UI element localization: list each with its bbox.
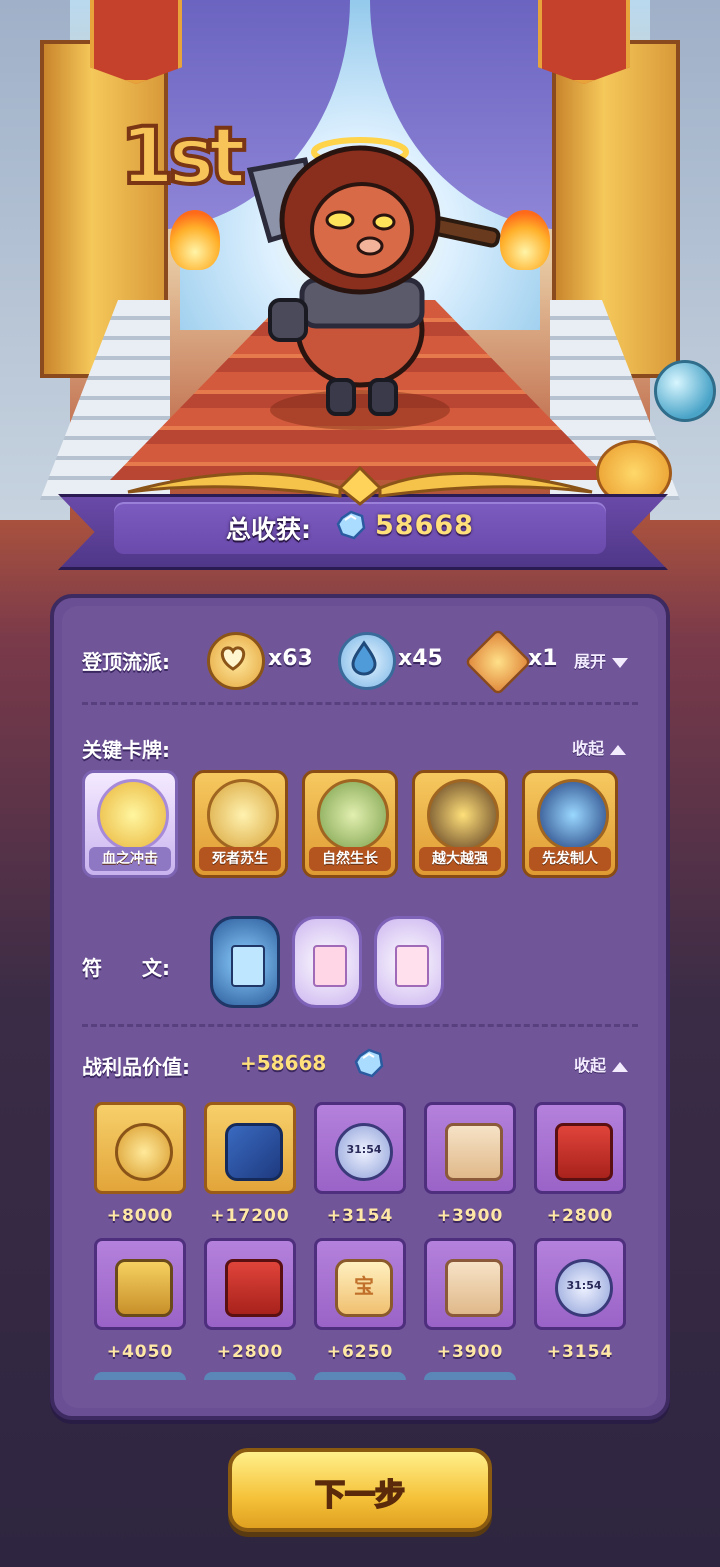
loot-value: +3154 — [546, 1342, 614, 1362]
key-card[interactable]: 越大越强 — [412, 770, 508, 878]
loot-value: +3154 — [326, 1206, 394, 1226]
loot-value: +8000 — [106, 1206, 174, 1226]
bleeding-heart-icon — [97, 779, 169, 851]
water-drop-icon — [338, 632, 396, 690]
treasure-cake-icon: 宝 — [335, 1259, 393, 1317]
build-title: 登顶流派: — [82, 650, 170, 674]
loot-item[interactable] — [204, 1238, 296, 1330]
vine-icon — [317, 779, 389, 851]
chevron-up-icon — [612, 1061, 629, 1072]
red-book-icon — [555, 1123, 613, 1181]
loot-row-peek — [314, 1372, 406, 1380]
loot-value: +3900 — [436, 1342, 504, 1362]
total-harvest-label: 总收获: — [226, 515, 311, 544]
card-label: 自然生长 — [309, 847, 391, 871]
gift-envelope-icon — [445, 1259, 503, 1317]
next-step-label: 下一步 — [314, 1477, 406, 1514]
total-harvest-banner: 总收获: 58668 — [58, 466, 668, 570]
loot-row-peek — [204, 1372, 296, 1380]
loot-value: +17200 — [210, 1206, 290, 1226]
card-label: 先发制人 — [529, 847, 611, 871]
winged-heart-icon — [207, 779, 279, 851]
faction-count: x1 — [528, 646, 558, 671]
cannon-icon — [225, 1123, 283, 1181]
card-label: 越大越强 — [419, 847, 501, 871]
heart-scroll-icon — [395, 945, 429, 987]
faction-count: x45 — [398, 646, 443, 671]
collapse-loot-toggle[interactable]: 收起 — [574, 1052, 629, 1076]
loot-row-peek — [94, 1372, 186, 1380]
loot-total-value: +58668 — [240, 1051, 327, 1075]
card-label: 血之冲击 — [89, 847, 171, 871]
loot-item[interactable] — [534, 1102, 626, 1194]
runes-title: 符 文: — [82, 956, 170, 980]
key-card[interactable]: 死者苏生 — [192, 770, 288, 878]
collapse-cards-toggle[interactable]: 收起 — [572, 735, 627, 759]
red-book-icon — [225, 1259, 283, 1317]
loot-item[interactable]: 31:54 — [534, 1238, 626, 1330]
collapse-label: 收起 — [574, 1056, 607, 1075]
loot-value: +2800 — [546, 1206, 614, 1226]
card-label: 死者苏生 — [199, 847, 281, 871]
clover-coin-icon — [115, 1123, 173, 1181]
loot-title: 战利品价值: — [82, 1055, 190, 1079]
loot-row-peek — [424, 1372, 516, 1380]
rune-heart-card[interactable] — [292, 916, 362, 1008]
loot-item[interactable] — [424, 1238, 516, 1330]
banner-left — [90, 0, 182, 84]
spirit-beast-icon — [537, 779, 609, 851]
rune-heart-scroll[interactable] — [374, 916, 444, 1008]
key-card[interactable]: 血之冲击 — [82, 770, 178, 878]
expand-build-toggle[interactable]: 展开 — [574, 648, 629, 672]
key-card[interactable]: 先发制人 — [522, 770, 618, 878]
chevron-down-icon — [612, 657, 629, 668]
stopwatch-icon: 31:54 — [335, 1123, 393, 1181]
section-divider — [82, 1024, 638, 1027]
gem-icon — [336, 510, 366, 540]
loot-value: +4050 — [106, 1342, 174, 1362]
key-cards-title: 关键卡牌: — [82, 738, 170, 762]
expand-label: 展开 — [574, 652, 607, 671]
gem-icon — [354, 1048, 384, 1078]
total-harvest-value: 58668 — [375, 510, 474, 541]
key-card[interactable]: 自然生长 — [302, 770, 398, 878]
crystal-orb-icon — [654, 360, 716, 422]
faction-count: x63 — [268, 646, 313, 671]
chevron-up-icon — [610, 744, 627, 755]
loot-value: +6250 — [326, 1342, 394, 1362]
stopwatch-icon: 31:54 — [555, 1259, 613, 1317]
golden-wings-ornament — [127, 466, 593, 506]
loot-value: +3900 — [436, 1206, 504, 1226]
gift-envelope-icon — [445, 1123, 503, 1181]
loot-item[interactable] — [94, 1238, 186, 1330]
loot-item[interactable] — [204, 1102, 296, 1194]
loot-item[interactable]: 31:54 — [314, 1102, 406, 1194]
section-divider — [82, 702, 638, 705]
loot-value: +2800 — [216, 1342, 284, 1362]
loot-item[interactable]: 宝 — [314, 1238, 406, 1330]
chest-icon — [231, 945, 265, 987]
heart-coin-icon — [207, 632, 265, 690]
lion-warrior-hero — [246, 137, 501, 416]
collapse-label: 收起 — [572, 739, 605, 758]
loot-item[interactable] — [424, 1102, 516, 1194]
next-step-button[interactable]: 下一步 — [228, 1448, 492, 1532]
bull-icon — [427, 779, 499, 851]
heart-card-icon — [313, 945, 347, 987]
chained-lock-icon — [115, 1259, 173, 1317]
loot-item[interactable] — [94, 1102, 186, 1194]
rune-blue-chest[interactable] — [210, 916, 280, 1008]
banner-right — [538, 0, 630, 84]
